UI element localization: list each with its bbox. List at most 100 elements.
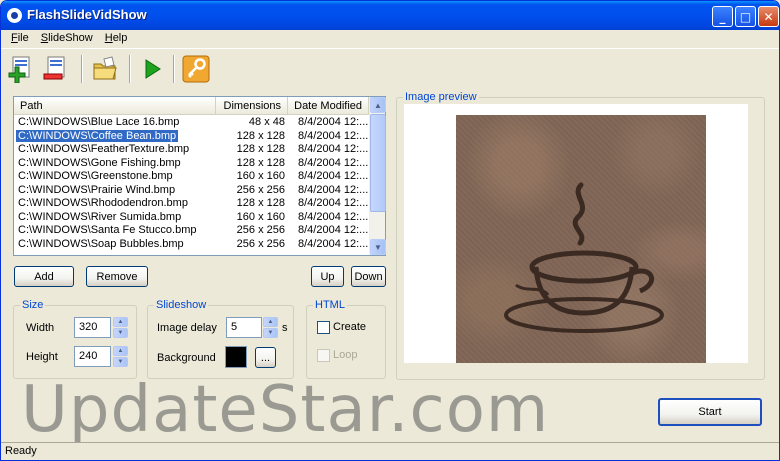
- background-label: Background: [157, 352, 216, 364]
- add-image-icon[interactable]: [6, 54, 36, 84]
- image-delay-input[interactable]: 5: [226, 317, 262, 338]
- background-color-swatch[interactable]: [225, 346, 247, 368]
- row-path: C:\WINDOWS\Gone Fishing.bmp: [18, 156, 181, 169]
- file-list-row[interactable]: C:\WINDOWS\Soap Bubbles.bmp 256 x 256 8/4/…: [14, 238, 369, 252]
- file-list-row[interactable]: C:\WINDOWS\Blue Lace 16.bmp 48 x 48 8/4/20…: [14, 116, 369, 130]
- add-button[interactable]: Add: [14, 266, 74, 287]
- row-date-modified: 8/4/2004 12:...: [298, 116, 369, 128]
- loop-label: Loop: [333, 349, 358, 361]
- html-group-title: HTML: [313, 299, 347, 311]
- scroll-thumb[interactable]: [370, 114, 386, 212]
- file-list-row[interactable]: C:\WINDOWS\River Sumida.bmp 160 x 160 8/4/…: [14, 211, 369, 225]
- stepper-down-icon[interactable]: ▼: [113, 357, 128, 367]
- delay-unit-label: s: [282, 322, 288, 334]
- row-date-modified: 8/4/2004 12:...: [298, 170, 369, 182]
- open-folder-icon[interactable]: [90, 54, 120, 84]
- row-date-modified: 8/4/2004 12:...: [298, 210, 369, 223]
- file-list-row[interactable]: C:\WINDOWS\Rhododendron.bmp 128 x 128 8/4/…: [14, 197, 369, 211]
- stepper-up-icon[interactable]: ▲: [113, 317, 128, 327]
- row-date-modified: 8/4/2004 12:...: [298, 183, 369, 196]
- row-dimensions: 160 x 160: [236, 170, 285, 182]
- scroll-down-icon[interactable]: ▼: [370, 239, 386, 255]
- toolbar-separator: [173, 55, 175, 83]
- file-list-row[interactable]: C:\WINDOWS\FeatherTexture.bmp 128 x 128 8/…: [14, 143, 369, 157]
- html-group: HTML Create Loop: [306, 299, 386, 379]
- row-date-modified: 8/4/2004 12:...: [298, 237, 369, 250]
- file-list-row[interactable]: C:\WINDOWS\Prairie Wind.bmp 256 x 256 8/4/…: [14, 184, 369, 198]
- width-stepper[interactable]: ▲ ▼: [113, 317, 128, 338]
- menu-file[interactable]: File: [5, 30, 35, 48]
- background-browse-button[interactable]: ...: [255, 347, 276, 368]
- column-header-path[interactable]: Path: [14, 97, 216, 115]
- create-label: Create: [333, 321, 367, 333]
- slideshow-group: Slideshow Image delay 5 ▲ ▼ s Background…: [147, 299, 294, 379]
- stepper-down-icon[interactable]: ▼: [263, 328, 278, 338]
- stepper-up-icon[interactable]: ▲: [113, 346, 128, 356]
- file-list-body: C:\WINDOWS\Blue Lace 16.bmp 48 x 48 8/4/20…: [14, 116, 369, 251]
- menu-help[interactable]: Help: [99, 30, 134, 48]
- close-button[interactable]: ✕: [758, 6, 779, 27]
- remove-image-icon[interactable]: [41, 54, 71, 84]
- row-date-modified: 8/4/2004 12:...: [298, 143, 369, 155]
- toolbar-separator: [129, 55, 131, 83]
- toolbar-separator: [81, 55, 83, 83]
- row-dimensions: 128 x 128: [236, 156, 285, 169]
- file-list-scrollbar[interactable]: ▲ ▼: [369, 97, 386, 255]
- stepper-down-icon[interactable]: ▼: [113, 328, 128, 338]
- row-dimensions: 128 x 128: [236, 129, 285, 142]
- stepper-up-icon[interactable]: ▲: [263, 317, 278, 327]
- row-path: C:\WINDOWS\Soap Bubbles.bmp: [18, 237, 184, 250]
- column-header-dimensions[interactable]: Dimensions: [216, 97, 288, 115]
- row-dimensions: 256 x 256: [236, 224, 285, 236]
- file-list-row[interactable]: C:\WINDOWS\Coffee Bean.bmp 128 x 128 8/4/2…: [14, 129, 369, 144]
- minimize-button[interactable]: _: [712, 6, 733, 27]
- row-path: C:\WINDOWS\Coffee Bean.bmp: [14, 129, 180, 143]
- height-input[interactable]: 240: [74, 346, 111, 367]
- status-bar: Ready: [1, 442, 779, 460]
- menu-bar: File SlideShow Help: [1, 30, 779, 48]
- toolbar: [1, 48, 779, 90]
- row-dimensions: 48 x 48: [248, 116, 285, 128]
- file-list-row[interactable]: C:\WINDOWS\Gone Fishing.bmp 128 x 128 8/4/…: [14, 157, 369, 171]
- loop-checkbox[interactable]: [317, 349, 330, 362]
- preview-image: [456, 115, 706, 363]
- row-dimensions: 128 x 128: [236, 197, 285, 209]
- image-delay-label: Image delay: [157, 322, 217, 334]
- image-delay-stepper[interactable]: ▲ ▼: [263, 317, 278, 338]
- row-dimensions: 128 x 128: [236, 143, 285, 155]
- create-checkbox[interactable]: [317, 321, 330, 334]
- width-input[interactable]: 320: [74, 317, 111, 338]
- title-bar[interactable]: FlashSlideVidShow _ □ ✕: [1, 1, 779, 30]
- window-title: FlashSlideVidShow: [27, 7, 147, 22]
- maximize-button[interactable]: □: [735, 6, 756, 27]
- scroll-up-icon[interactable]: ▲: [370, 97, 386, 113]
- play-icon[interactable]: [137, 54, 167, 84]
- up-button[interactable]: Up: [311, 266, 344, 287]
- row-path: C:\WINDOWS\FeatherTexture.bmp: [18, 143, 190, 155]
- image-preview-area: [404, 104, 748, 363]
- remove-button[interactable]: Remove: [86, 266, 148, 287]
- column-header-date-modified[interactable]: Date Modified: [288, 97, 369, 115]
- file-list[interactable]: Path Dimensions Date Modified C:\WINDOWS…: [13, 96, 386, 256]
- menu-slideshow[interactable]: SlideShow: [35, 30, 99, 48]
- slideshow-group-title: Slideshow: [154, 299, 209, 311]
- row-path: C:\WINDOWS\River Sumida.bmp: [18, 210, 182, 223]
- file-list-row[interactable]: C:\WINDOWS\Santa Fe Stucco.bmp 256 x 256 8…: [14, 224, 369, 238]
- row-path: C:\WINDOWS\Blue Lace 16.bmp: [18, 116, 180, 128]
- row-path: C:\WINDOWS\Prairie Wind.bmp: [18, 183, 176, 196]
- height-stepper[interactable]: ▲ ▼: [113, 346, 128, 367]
- key-icon[interactable]: [181, 54, 211, 84]
- row-date-modified: 8/4/2004 12:...: [298, 156, 369, 169]
- app-icon[interactable]: [7, 8, 22, 23]
- row-date-modified: 8/4/2004 12:...: [298, 197, 369, 209]
- row-date-modified: 8/4/2004 12:...: [298, 129, 369, 142]
- file-list-row[interactable]: C:\WINDOWS\Greenstone.bmp 160 x 160 8/4/20…: [14, 170, 369, 184]
- file-list-header: Path Dimensions Date Modified: [14, 97, 369, 115]
- row-date-modified: 8/4/2004 12:...: [298, 224, 369, 236]
- down-button[interactable]: Down: [351, 266, 386, 287]
- width-label: Width: [26, 322, 55, 334]
- row-dimensions: 256 x 256: [236, 183, 285, 196]
- height-label: Height: [26, 351, 58, 363]
- row-path: C:\WINDOWS\Santa Fe Stucco.bmp: [18, 224, 197, 236]
- start-button[interactable]: Start: [658, 398, 762, 426]
